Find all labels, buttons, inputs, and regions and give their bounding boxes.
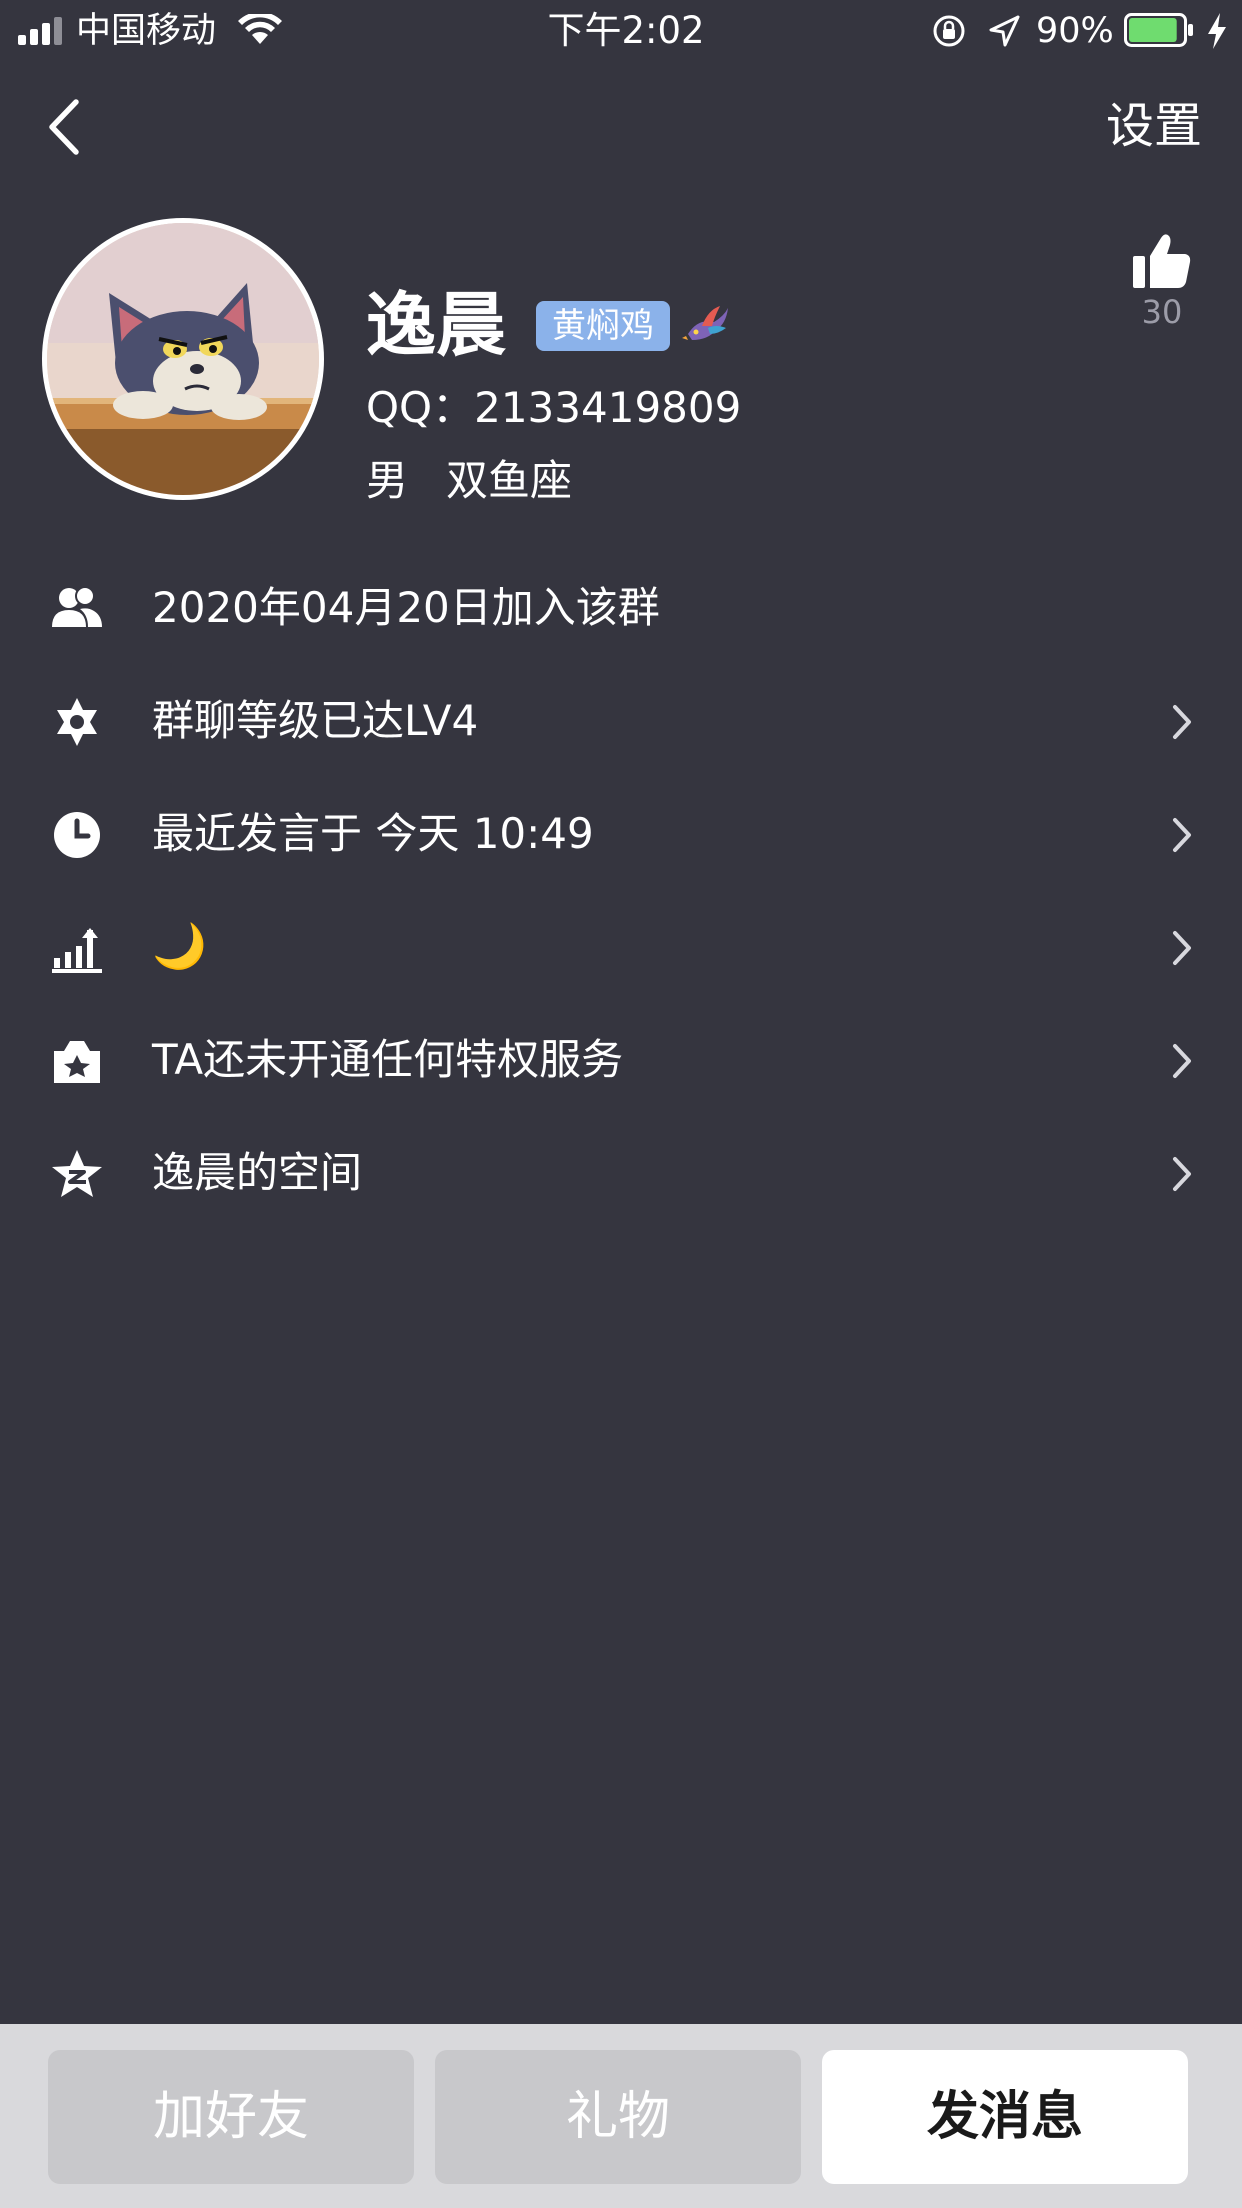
info-list: 2020年04月20日加入该群 群聊等级已达LV4 最近发言于 今天 10:49 bbox=[0, 552, 1242, 1230]
bottom-action-bar: 加好友 礼物 发消息 bbox=[0, 2024, 1242, 2208]
info-row-label: TA还未开通任何特权服务 bbox=[152, 1035, 624, 1084]
members-icon bbox=[52, 586, 102, 627]
info-row-last-speak[interactable]: 最近发言于 今天 10:49 bbox=[0, 778, 1242, 891]
chevron-right-icon bbox=[1173, 931, 1191, 965]
info-row-label: 最近发言于 今天 10:49 bbox=[152, 809, 594, 858]
like-count: 30 bbox=[1141, 293, 1183, 331]
battery-percent: 90% bbox=[1036, 11, 1114, 51]
info-row-group-level[interactable]: 群聊等级已达LV4 bbox=[0, 665, 1242, 778]
avatar[interactable] bbox=[42, 218, 324, 500]
like-button[interactable]: 30 bbox=[1122, 230, 1202, 332]
rank-chart-icon bbox=[52, 928, 102, 973]
status-bar: 中国移动 下午2:02 90% bbox=[0, 0, 1242, 62]
chevron-right-icon bbox=[1173, 1044, 1191, 1078]
gift-button[interactable]: 礼物 bbox=[435, 2050, 801, 2184]
avatar-cat-image bbox=[47, 223, 319, 495]
zodiac: 双鱼座 bbox=[446, 456, 573, 505]
privilege-crown-icon bbox=[54, 1041, 100, 1083]
add-friend-button[interactable]: 加好友 bbox=[48, 2050, 414, 2184]
charging-bolt-icon bbox=[1208, 13, 1226, 49]
info-row-qzone[interactable]: 逸晨的空间 bbox=[0, 1117, 1242, 1230]
settings-button[interactable]: 设置 bbox=[1106, 90, 1202, 162]
back-arrow-icon[interactable] bbox=[40, 94, 90, 160]
info-row-label: 逸晨的空间 bbox=[152, 1148, 363, 1197]
moon-emoji: 🌙 bbox=[152, 921, 207, 972]
info-row-label: 群聊等级已达LV4 bbox=[152, 696, 479, 745]
qzone-star-icon bbox=[52, 1150, 102, 1197]
gender: 男 bbox=[366, 456, 409, 505]
send-message-button[interactable]: 发消息 bbox=[822, 2050, 1188, 2184]
chevron-right-icon bbox=[1173, 705, 1191, 739]
group-title-badge: 黄焖鸡 bbox=[536, 301, 670, 351]
level-star-icon bbox=[57, 698, 97, 746]
info-row-join-date: 2020年04月20日加入该群 bbox=[0, 552, 1242, 665]
dragon-bird-badge-icon bbox=[682, 306, 728, 340]
location-icon bbox=[989, 15, 1020, 47]
nickname: 逸晨 bbox=[366, 284, 506, 366]
qq-number: QQ：2133419809 bbox=[366, 383, 742, 432]
info-row-privilege[interactable]: TA还未开通任何特权服务 bbox=[0, 1004, 1242, 1117]
info-row-label: 2020年04月20日加入该群 bbox=[152, 583, 660, 632]
clock-icon bbox=[54, 812, 100, 858]
rotation-lock-icon bbox=[933, 15, 965, 47]
chevron-right-icon bbox=[1173, 818, 1191, 852]
thumbs-up-icon bbox=[1133, 234, 1191, 288]
chevron-right-icon bbox=[1173, 1157, 1191, 1191]
gender-zodiac: 男双鱼座 bbox=[366, 452, 572, 510]
info-row-rank[interactable]: 🌙 bbox=[0, 891, 1242, 1004]
profile-screen: 中国移动 下午2:02 90% 设置 逸晨 黄焖鸡 QQ：2133419809 … bbox=[0, 0, 1242, 2208]
battery-icon bbox=[1124, 13, 1193, 47]
